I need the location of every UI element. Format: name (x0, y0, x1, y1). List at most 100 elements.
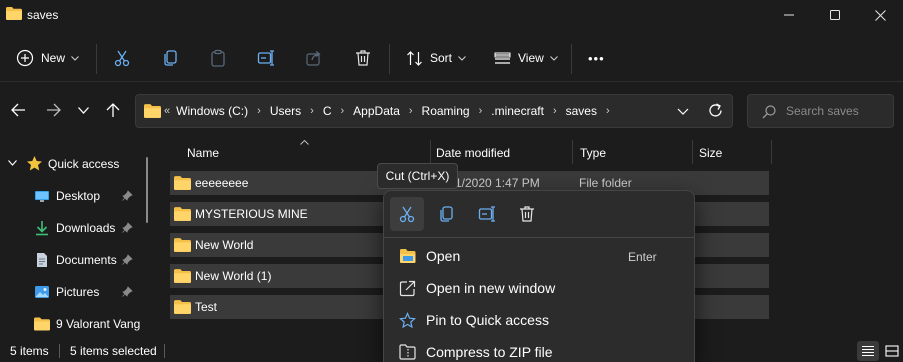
status-divider (164, 344, 165, 358)
column-header-size[interactable]: Size (699, 146, 722, 170)
nav-label: Downloads (56, 221, 116, 235)
breadcrumb-separator[interactable]: › (341, 105, 345, 117)
breadcrumb-separator[interactable]: › (257, 105, 261, 117)
arrow-up-icon (106, 102, 120, 117)
column-divider[interactable] (572, 140, 573, 164)
new-button[interactable]: New (16, 42, 79, 74)
back-button[interactable] (6, 98, 30, 122)
breadcrumb-separator[interactable]: › (553, 105, 557, 117)
breadcrumb-separator[interactable]: › (310, 105, 314, 117)
menu-item-compress-zip[interactable]: Compress to ZIP file (390, 336, 688, 362)
nav-label: Pictures (56, 285, 100, 299)
close-button[interactable] (857, 0, 903, 30)
nav-item-valorant-folder[interactable]: 9 Valorant Vang (0, 311, 145, 337)
breadcrumb-separator[interactable]: › (409, 105, 413, 117)
column-header-name[interactable]: Name (187, 146, 219, 170)
forward-button[interactable] (41, 98, 65, 122)
search-box[interactable] (747, 94, 894, 128)
menu-item-open-new-window[interactable]: Open in new window (390, 272, 688, 304)
breadcrumb-item[interactable]: .minecraft (491, 104, 544, 118)
folder-icon (174, 300, 191, 314)
file-name: New World (1) (195, 269, 272, 283)
rename-button[interactable] (257, 42, 275, 74)
column-divider[interactable] (430, 140, 431, 164)
menu-item-label: Compress to ZIP file (426, 344, 553, 360)
minimize-button[interactable] (766, 0, 812, 30)
chevron-down-icon[interactable] (677, 104, 689, 118)
nav-item-pictures[interactable]: Pictures (0, 279, 145, 305)
share-button[interactable] (305, 42, 323, 74)
context-cut-button[interactable] (390, 197, 424, 231)
file-name: eeeeeeee (195, 176, 249, 190)
rename-icon (478, 206, 495, 222)
title-bar: saves (0, 0, 903, 30)
chevron-down-icon (8, 160, 17, 166)
desktop-icon (35, 191, 49, 202)
arrow-left-icon (10, 103, 25, 117)
recent-locations-button[interactable] (71, 98, 95, 122)
breadcrumb-item[interactable]: Windows (C:) (176, 104, 248, 118)
column-header-type[interactable]: Type (580, 146, 606, 170)
zip-folder-icon (399, 344, 416, 360)
trash-icon (520, 206, 534, 222)
nav-item-documents[interactable]: Documents (0, 247, 145, 273)
context-rename-button[interactable] (470, 197, 504, 231)
star-icon (27, 156, 42, 171)
pin-icon[interactable] (122, 254, 133, 265)
maximize-icon (830, 10, 840, 20)
view-button[interactable]: View (494, 42, 558, 74)
breadcrumb-item[interactable]: AppData (353, 104, 400, 118)
refresh-icon[interactable] (708, 103, 723, 118)
nav-item-quick-access[interactable]: Quick access (0, 151, 145, 177)
breadcrumb-item[interactable]: C (323, 104, 332, 118)
pin-icon[interactable] (122, 286, 133, 297)
breadcrumb-item[interactable]: saves (566, 104, 597, 118)
star-outline-icon (399, 312, 416, 329)
details-view-button[interactable] (857, 341, 879, 361)
nav-label: Desktop (56, 189, 101, 203)
address-bar[interactable]: « Windows (C:) › Users › C › AppData › R… (135, 94, 733, 128)
copy-icon (440, 206, 453, 222)
nav-label: 9 Valorant Vang (56, 317, 141, 331)
download-icon (36, 221, 48, 236)
column-divider[interactable] (771, 140, 772, 164)
chevron-down-icon (458, 55, 466, 61)
menu-item-open[interactable]: Open Enter (390, 240, 688, 272)
breadcrumb-separator[interactable]: › (606, 105, 610, 117)
context-copy-button[interactable] (430, 197, 464, 231)
tiles-view-button[interactable] (881, 341, 903, 361)
pin-icon[interactable] (122, 190, 133, 201)
delete-button[interactable] (354, 42, 372, 74)
tiles-view-icon (885, 345, 899, 357)
sort-button[interactable]: Sort (406, 42, 466, 74)
copy-button[interactable] (162, 42, 180, 74)
context-delete-button[interactable] (510, 197, 544, 231)
breadcrumb-item[interactable]: Users (270, 104, 301, 118)
status-divider (59, 344, 60, 358)
toolbar-divider (96, 44, 97, 74)
toolbar-divider (389, 44, 390, 74)
view-lines-icon (494, 52, 511, 64)
nav-item-desktop[interactable]: Desktop (0, 183, 145, 209)
folder-icon (174, 207, 191, 221)
cut-button[interactable] (113, 42, 131, 74)
menu-item-label: Open (426, 248, 461, 264)
maximize-button[interactable] (812, 0, 858, 30)
more-options-button[interactable]: ••• (588, 42, 605, 74)
minimize-icon (784, 14, 794, 16)
navigation-pane: Quick access Desktop Downloads Documents… (0, 144, 152, 340)
search-input[interactable] (786, 103, 886, 119)
menu-item-pin-quick-access[interactable]: Pin to Quick access (390, 304, 688, 336)
nav-label: Quick access (48, 157, 120, 171)
paste-button[interactable] (209, 42, 227, 74)
nav-item-downloads[interactable]: Downloads (0, 215, 145, 241)
up-button[interactable] (101, 98, 125, 122)
breadcrumb-item[interactable]: Roaming (422, 104, 470, 118)
column-divider[interactable] (692, 140, 693, 164)
nav-scrollbar[interactable] (146, 157, 148, 223)
pin-icon[interactable] (122, 222, 133, 233)
breadcrumb-overflow[interactable]: « (164, 105, 170, 117)
breadcrumb-separator[interactable]: › (479, 105, 483, 117)
plus-circle-icon (16, 49, 34, 67)
view-label: View (518, 51, 544, 65)
